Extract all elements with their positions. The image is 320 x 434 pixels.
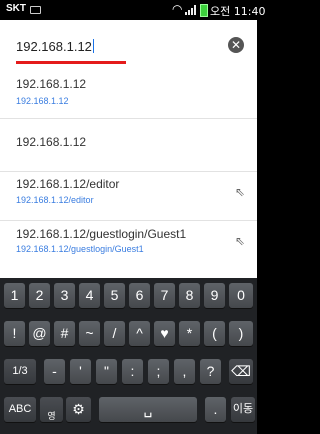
key-comma[interactable]: , [174, 359, 195, 384]
key-5[interactable]: 5 [104, 283, 125, 308]
abc-key[interactable]: ABC [4, 397, 36, 422]
suggestion-title: 192.168.1.12/guestlogin/Guest1 [16, 227, 187, 241]
symbol-page-key[interactable]: 1/3 [4, 359, 36, 384]
suggestion-title: 192.168.1.12 [16, 135, 87, 149]
key-4[interactable]: 4 [79, 283, 100, 308]
go-key[interactable]: 이동 [231, 397, 255, 422]
key-7[interactable]: 7 [154, 283, 175, 308]
signal-icon [185, 5, 197, 15]
settings-key[interactable]: ⚙ [66, 397, 91, 422]
key-apostrophe[interactable]: ' [70, 359, 91, 384]
url-bar[interactable]: 192.168.1.12 ✕ [0, 20, 257, 66]
clear-icon[interactable]: ✕ [228, 37, 244, 53]
backspace-icon: ⌫ [231, 363, 251, 379]
key-tilde[interactable]: ~ [79, 321, 100, 346]
key-3[interactable]: 3 [54, 283, 75, 308]
key-dash[interactable]: - [44, 359, 65, 384]
url-value: 192.168.1.12 [16, 39, 92, 54]
key-caret[interactable]: ^ [129, 321, 150, 346]
suggestion-url: 192.168.1.12/editor [16, 195, 94, 205]
key-quote[interactable]: " [96, 359, 117, 384]
space-icon: ␣ [143, 401, 153, 417]
key-at[interactable]: @ [29, 321, 50, 346]
key-close-paren[interactable]: ) [229, 321, 253, 346]
suggestion-item[interactable]: 192.168.1.12 [0, 119, 257, 172]
battery-icon [200, 4, 208, 17]
language-key[interactable]: 영 [40, 397, 63, 422]
suggestion-title: 192.168.1.12 [16, 77, 87, 91]
key-0[interactable]: 0 [229, 283, 253, 308]
key-9[interactable]: 9 [204, 283, 225, 308]
insert-arrow-icon[interactable]: ⇖ [235, 234, 245, 248]
key-2[interactable]: 2 [29, 283, 50, 308]
language-label: 영 [47, 411, 56, 421]
carrier-label: SKT [6, 3, 26, 14]
wifi-icon: ◠ [172, 2, 183, 16]
suggestion-item[interactable]: 192.168.1.12/editor 192.168.1.12/editor … [0, 172, 257, 221]
browser-view: 192.168.1.12 ✕ 192.168.1.12 192.168.1.12… [0, 20, 257, 278]
gear-icon: ⚙ [72, 401, 85, 417]
status-bar: SKT ◠ 오전 11:40 [0, 0, 265, 20]
key-asterisk[interactable]: * [179, 321, 200, 346]
url-input[interactable]: 192.168.1.12 [16, 39, 94, 54]
key-colon[interactable]: : [122, 359, 143, 384]
key-hash[interactable]: # [54, 321, 75, 346]
suggestion-item[interactable]: 192.168.1.12 192.168.1.12 [0, 66, 257, 119]
clock: 오전 11:40 [210, 5, 266, 18]
key-exclamation[interactable]: ! [4, 321, 25, 346]
suggestion-url: 192.168.1.12/guestlogin/Guest1 [16, 244, 144, 254]
key-period[interactable]: . [205, 397, 226, 422]
key-slash[interactable]: / [104, 321, 125, 346]
suggestion-url: 192.168.1.12 [16, 96, 69, 106]
notification-icon [30, 6, 41, 14]
key-question[interactable]: ? [200, 359, 221, 384]
key-heart[interactable]: ♥ [154, 321, 175, 346]
backspace-key[interactable]: ⌫ [229, 359, 253, 384]
suggestion-item[interactable]: 192.168.1.12/guestlogin/Guest1 192.168.1… [0, 221, 257, 278]
key-6[interactable]: 6 [129, 283, 150, 308]
url-input-underline [16, 61, 126, 64]
text-cursor [92, 39, 94, 53]
key-semicolon[interactable]: ; [148, 359, 169, 384]
space-key[interactable]: ␣ [99, 397, 197, 422]
key-1[interactable]: 1 [4, 283, 25, 308]
insert-arrow-icon[interactable]: ⇖ [235, 185, 245, 199]
suggestion-title: 192.168.1.12/editor [16, 177, 120, 191]
key-8[interactable]: 8 [179, 283, 200, 308]
key-open-paren[interactable]: ( [204, 321, 225, 346]
keyboard: 1 2 3 4 5 6 7 8 9 0 ! @ # ~ / ^ ♥ * ( ) … [0, 278, 257, 434]
